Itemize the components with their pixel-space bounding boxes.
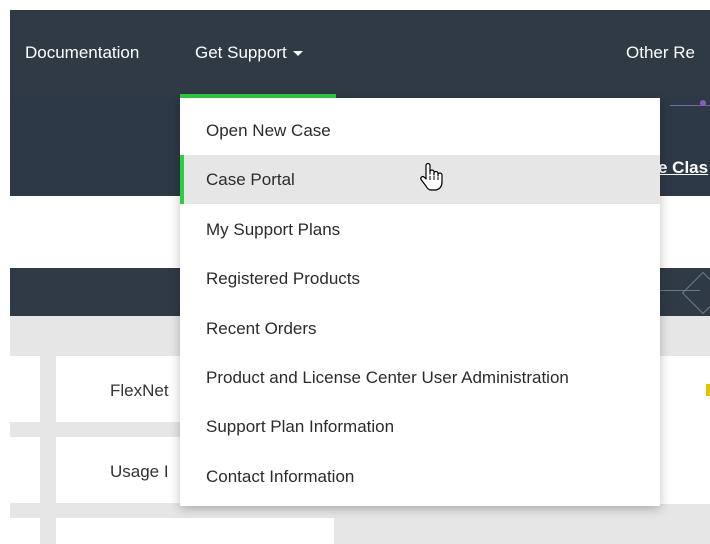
menu-item-label: Case Portal — [206, 170, 295, 189]
nav-documentation[interactable]: Documentation — [25, 43, 139, 63]
menu-item-label: Registered Products — [206, 269, 361, 288]
menu-item-user-administration[interactable]: Product and License Center User Administ… — [180, 353, 660, 402]
nav-other-resources-label: Other Re — [626, 43, 695, 62]
top-nav-bar: Documentation Get Support Other Re — [10, 10, 710, 98]
nav-other-resources[interactable]: Other Re — [626, 43, 695, 63]
menu-item-registered-products[interactable]: Registered Products — [180, 254, 660, 303]
get-support-dropdown: Open New Case Case Portal My Support Pla… — [180, 98, 660, 506]
tile[interactable] — [10, 518, 40, 544]
menu-item-support-plan-information[interactable]: Support Plan Information — [180, 402, 660, 451]
decorative-dot — [700, 100, 706, 106]
nav-documentation-label: Documentation — [25, 43, 140, 62]
tile[interactable] — [10, 356, 40, 422]
menu-item-label: My Support Plans — [206, 220, 341, 239]
band-link[interactable]: e Clas — [658, 158, 708, 178]
tile-flexnet-label: FlexNet — [110, 381, 169, 400]
tile-usage-label: Usage I — [110, 462, 169, 481]
menu-item-my-support-plans[interactable]: My Support Plans — [180, 205, 660, 254]
tile[interactable] — [56, 518, 334, 544]
hand-pointer-icon — [420, 162, 443, 191]
menu-item-label: Recent Orders — [206, 319, 317, 338]
menu-item-label: Open New Case — [206, 121, 331, 140]
band-link-clip: e Clas — [658, 150, 710, 190]
nav-get-support[interactable]: Get Support — [195, 43, 303, 63]
nav-get-support-label: Get Support — [195, 43, 287, 62]
menu-item-open-new-case[interactable]: Open New Case — [180, 106, 660, 155]
caret-down-icon — [292, 51, 303, 57]
menu-item-contact-information[interactable]: Contact Information — [180, 452, 660, 501]
tile[interactable] — [660, 356, 710, 504]
tile-accent — [706, 384, 710, 396]
menu-item-recent-orders[interactable]: Recent Orders — [180, 304, 660, 353]
menu-item-label: Support Plan Information — [206, 417, 395, 436]
menu-item-label: Product and License Center User Administ… — [206, 368, 569, 387]
menu-item-label: Contact Information — [206, 467, 355, 486]
tile[interactable] — [10, 437, 40, 503]
